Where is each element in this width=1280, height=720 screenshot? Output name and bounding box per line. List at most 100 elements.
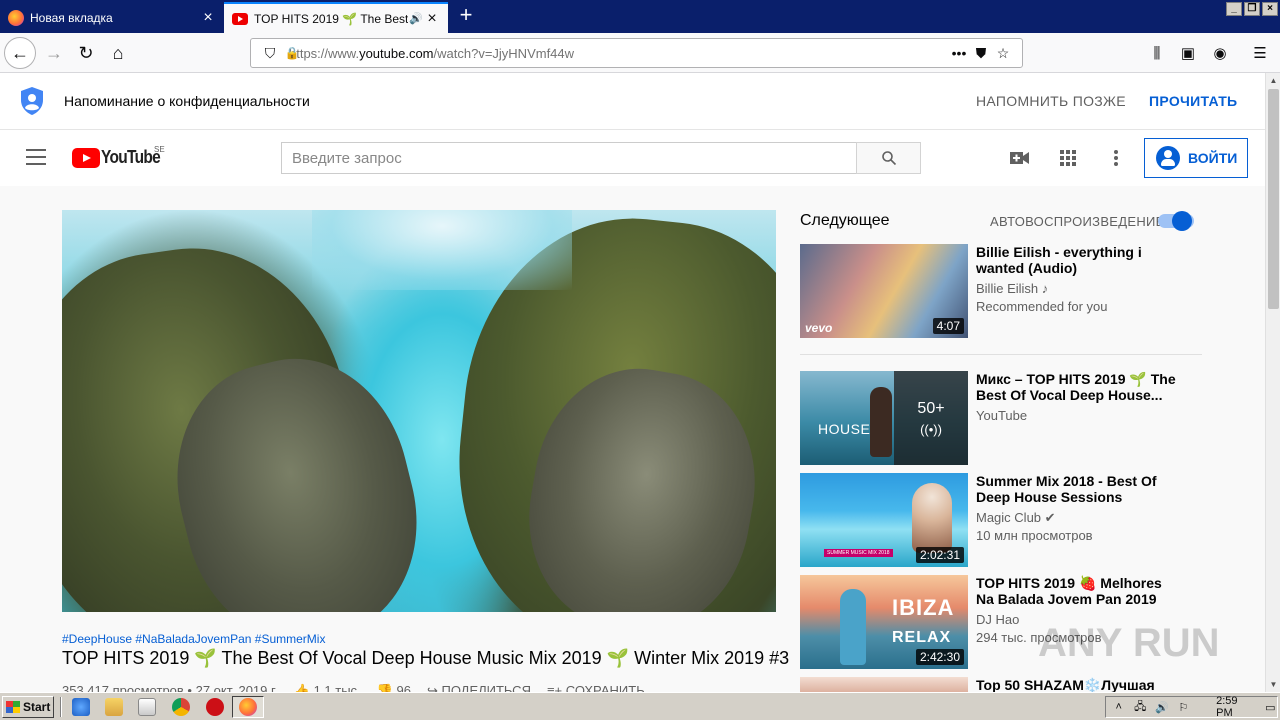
chrome-icon[interactable] [172, 698, 190, 716]
minimize-button[interactable]: _ [1226, 2, 1242, 16]
back-button[interactable]: ← [4, 37, 36, 69]
network-icon[interactable]: 🖧 [1133, 700, 1146, 714]
logo-text: YouTube [101, 147, 161, 167]
firefox-icon [8, 9, 24, 26]
video-thumbnail[interactable]: vevo 4:07 [800, 244, 968, 338]
url-text[interactable]: https://www.youtube.com/watch?v=JjyHNVmf… [289, 46, 948, 61]
privacy-text: Напоминание о конфиденциальности [64, 93, 310, 109]
thumbnail-text: HOUSE [818, 421, 871, 437]
sign-in-label: ВОЙТИ [1188, 150, 1238, 166]
divider [800, 354, 1202, 355]
thumbnail-badge: SUMMER MUSIC MIX 2018 [824, 549, 893, 557]
library-icon[interactable]: ⫼ [1145, 41, 1169, 65]
recommended-mix[interactable]: HOUSE 50+ ((•)) Микс – TOP HITS 2019 🌱 T… [800, 371, 1202, 465]
region-code: SE [154, 145, 165, 154]
menu-icon[interactable]: ☰ [1248, 41, 1272, 65]
new-tab-button[interactable]: + [452, 2, 480, 30]
forward-button[interactable]: → [38, 37, 70, 69]
video-duration: 2:02:31 [915, 547, 964, 563]
bookmark-star-icon[interactable]: ☆ [992, 42, 1014, 64]
account-icon[interactable]: ◉ [1208, 41, 1232, 65]
mix-overlay: 50+ ((•)) [894, 371, 968, 465]
internet-explorer-icon[interactable] [72, 698, 90, 716]
opera-icon[interactable] [206, 698, 224, 716]
start-label: Start [23, 700, 51, 714]
search-icon [881, 151, 896, 166]
hamburger-menu-icon[interactable] [26, 149, 46, 165]
scrollbar-thumb[interactable] [1268, 89, 1279, 309]
windows-logo-icon [6, 701, 20, 713]
video-title[interactable]: Микс – TOP HITS 2019 🌱 The Best Of Vocal… [976, 371, 1176, 403]
create-video-icon[interactable] [1008, 146, 1032, 170]
close-window-button[interactable]: × [1262, 2, 1278, 16]
video-thumbnail[interactable]: SUMMER MUSIC MIX 2018 2:02:31 [800, 473, 968, 567]
channel-name[interactable]: Billie Eilish ♪ [976, 281, 1048, 296]
speaker-icon[interactable]: 🔊 [408, 11, 424, 27]
url-bar[interactable]: ⛉ 🔒 https://www.youtube.com/watch?v=JjyH… [250, 38, 1023, 68]
video-title[interactable]: Billie Eilish - everything i wanted (Aud… [976, 244, 1176, 276]
folder-icon[interactable] [105, 698, 123, 716]
video-duration: 2:42:30 [915, 649, 964, 665]
lock-icon[interactable]: 🔒 [281, 42, 303, 64]
window-controls: _ ❐ × [1226, 2, 1278, 16]
restore-button[interactable]: ❐ [1244, 2, 1260, 16]
channel-name[interactable]: YouTube [976, 408, 1027, 423]
video-title[interactable]: TOP HITS 2019 🍓 Melhores Na Balada Jovem… [976, 575, 1176, 607]
video-player[interactable] [62, 210, 776, 612]
mix-count: 50+ [917, 399, 945, 417]
scroll-down-icon[interactable]: ▼ [1266, 677, 1280, 692]
thumbnail-text: IBIZA [892, 595, 955, 620]
video-hashtags[interactable]: #DeepHouse #NaBaladaJovemPan #SummerMix [62, 632, 325, 646]
video-title[interactable]: Summer Mix 2018 - Best Of Deep House Ses… [976, 473, 1176, 505]
recommended-video[interactable]: SUMMER MUSIC MIX 2018 2:02:31 Summer Mix… [800, 473, 1202, 567]
remind-later-button[interactable]: НАПОМНИТЬ ПОЗЖЕ [976, 93, 1126, 109]
tab-strip: Новая вкладка × TOP HITS 2019 🌱 The Best… [0, 0, 1280, 33]
youtube-favicon-icon [232, 12, 248, 25]
firefox-icon [239, 698, 257, 716]
scroll-up-icon[interactable]: ▲ [1266, 73, 1280, 88]
navigation-bar: ← → ↻ ⌂ ⛉ 🔒 https://www.youtube.com/watc… [0, 33, 1280, 73]
page-actions-icon[interactable]: ••• [948, 42, 970, 64]
media-player-icon[interactable] [138, 698, 156, 716]
youtube-header: YouTube SE Введите запрос ВОЙТИ [0, 130, 1265, 186]
sign-in-button[interactable]: ВОЙТИ [1144, 138, 1248, 178]
tab-new-tab[interactable]: Новая вкладка × [0, 2, 224, 33]
close-tab-icon[interactable]: × [200, 9, 216, 26]
show-hidden-icons-icon[interactable]: ˄ [1112, 700, 1125, 714]
sidebar-icon[interactable]: ▣ [1176, 41, 1200, 65]
search-input[interactable]: Введите запрос [281, 142, 857, 174]
settings-more-icon[interactable] [1104, 146, 1128, 170]
reload-button[interactable]: ↻ [70, 37, 102, 69]
action-center-flag-icon[interactable]: ⚐ [1177, 700, 1190, 714]
pocket-icon[interactable]: ⛊ [970, 42, 992, 64]
autoplay-label: АВТОВОСПРОИЗВЕДЕНИЕ [990, 214, 1165, 229]
video-title[interactable]: Top 50 SHAZAM❄️Лучшая [976, 677, 1176, 693]
channel-name[interactable]: Magic Club ✔ [976, 510, 1056, 526]
tab-youtube[interactable]: TOP HITS 2019 🌱 The Best Of Vocal Deep H… [224, 2, 448, 33]
start-button[interactable]: Start [2, 696, 54, 718]
autoplay-toggle[interactable] [1158, 211, 1194, 231]
mix-radio-icon: ((•)) [920, 421, 942, 437]
search-button[interactable] [856, 142, 921, 174]
apps-grid-icon[interactable] [1056, 146, 1080, 170]
video-thumbnail[interactable]: IBIZA RELAX 2:42:30 [800, 575, 968, 669]
close-tab-icon[interactable]: × [424, 10, 440, 27]
video-title: TOP HITS 2019 🌱 The Best Of Vocal Deep H… [62, 648, 790, 668]
tracking-shield-icon[interactable]: ⛉ [259, 42, 281, 64]
channel-name[interactable]: DJ Hao [976, 612, 1019, 627]
vertical-scrollbar[interactable]: ▲ ▼ [1265, 73, 1280, 692]
windows-taskbar: Start ˄ 🖧 🔊 ⚐ 2:59 PM ▭ [0, 692, 1280, 720]
youtube-logo-icon [72, 147, 100, 168]
user-avatar-icon [1156, 146, 1180, 170]
volume-icon[interactable]: 🔊 [1155, 700, 1169, 714]
notification-icon[interactable]: ▭ [1264, 700, 1277, 714]
clock[interactable]: 2:59 PM [1216, 695, 1255, 719]
video-thumbnail[interactable]: HOUSE 50+ ((•)) [800, 371, 968, 465]
recommended-video[interactable]: vevo 4:07 Billie Eilish - everything i w… [800, 244, 1202, 338]
system-tray: ˄ 🖧 🔊 ⚐ 2:59 PM ▭ [1105, 695, 1278, 719]
anyrun-watermark: ANY RUN [1038, 621, 1220, 665]
youtube-logo[interactable]: YouTube SE [72, 145, 170, 168]
read-button[interactable]: ПРОЧИТАТЬ [1149, 93, 1237, 109]
privacy-reminder-banner: Напоминание о конфиденциальности НАПОМНИ… [0, 73, 1265, 130]
home-button[interactable]: ⌂ [102, 37, 134, 69]
